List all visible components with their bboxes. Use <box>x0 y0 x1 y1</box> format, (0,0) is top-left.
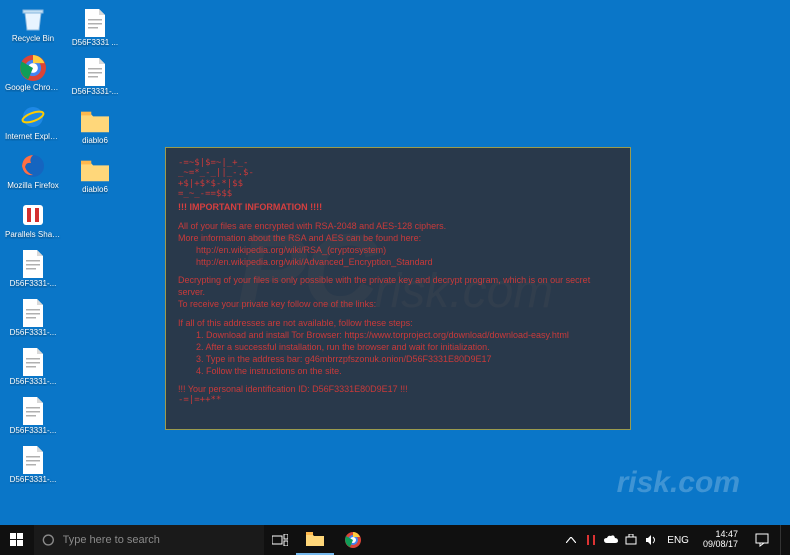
desktop-icon-file-6[interactable]: D56F3331 ... <box>66 9 124 57</box>
desktop-icon-label: D56F3331-... <box>10 476 57 484</box>
parallels-icon <box>19 201 47 229</box>
desktop-icon-parallels-share[interactable]: Parallels Share... <box>4 201 62 249</box>
desktop-icon-file-3[interactable]: D56F3331-... <box>4 348 62 396</box>
note-link-aes: http://en.wikipedia.org/wiki/Advanced_En… <box>178 256 618 268</box>
desktop-icon-label: Google Chrome <box>5 84 61 92</box>
taskbar-app-explorer[interactable] <box>296 525 334 555</box>
note-line-receive: To receive your private key follow one o… <box>178 298 618 310</box>
show-desktop-button[interactable] <box>780 525 786 555</box>
desktop-icon-label: D56F3331-... <box>10 427 57 435</box>
file-icon <box>19 397 47 425</box>
taskbar-app-chrome[interactable] <box>334 525 372 555</box>
desktop-col2: D56F3331 ... D56F3331-... diablo6 diablo6 <box>62 4 124 205</box>
note-step-1: 1. Download and install Tor Browser: htt… <box>178 329 618 341</box>
tray-onedrive-icon[interactable] <box>603 532 619 548</box>
windows-icon <box>10 533 24 547</box>
desktop-icon-label: D56F3331-... <box>10 378 57 386</box>
tray-action-center[interactable] <box>748 525 776 555</box>
task-view-button[interactable] <box>264 525 296 555</box>
desktop-icon-label: D56F3331 ... <box>72 39 118 47</box>
important-header: !!! IMPORTANT INFORMATION !!!! <box>178 201 618 213</box>
note-link-rsa: http://en.wikipedia.org/wiki/RSA_(crypto… <box>178 244 618 256</box>
desktop-icon-file-4[interactable]: D56F3331-... <box>4 397 62 445</box>
desktop-icon-label: D56F3331-... <box>72 88 119 96</box>
desktop-col1: Recycle Bin Google Chrome Internet Explore… <box>0 0 62 495</box>
tray-volume-icon[interactable] <box>643 532 659 548</box>
desktop-icon-label: Mozilla Firefox <box>7 182 59 190</box>
desktop-icon-label: Recycle Bin <box>12 35 54 43</box>
desktop-icon-label: D56F3331-... <box>10 329 57 337</box>
ascii-art-3: +$|+$*$-*|$$ <box>178 179 618 189</box>
desktop-icon-mozilla-firefox[interactable]: Mozilla Firefox <box>4 152 62 200</box>
desktop-icon-file-1[interactable]: D56F3331-... <box>4 250 62 298</box>
firefox-icon <box>19 152 47 180</box>
task-view-icon <box>272 534 288 546</box>
file-icon <box>81 58 109 86</box>
tray-chevron-up-icon[interactable] <box>563 532 579 548</box>
folder-icon <box>306 532 324 546</box>
notification-icon <box>755 533 769 547</box>
note-step-4: 4. Follow the instructions on the site. <box>178 365 618 377</box>
ascii-art-1: -=~$|$=~|_+_- <box>178 158 618 168</box>
note-line-steps-header: If all of this addresses are not availab… <box>178 317 618 329</box>
system-tray: ENG 14:47 09/08/17 <box>559 525 790 555</box>
file-icon <box>19 348 47 376</box>
desktop-icon-label: Parallels Share... <box>5 231 61 239</box>
desktop-icon-folder-1[interactable]: diablo6 <box>66 107 124 155</box>
ascii-art-foot: -=|=++** <box>178 395 618 405</box>
file-icon <box>19 250 47 278</box>
desktop-icon-folder-2[interactable]: diablo6 <box>66 156 124 204</box>
file-icon <box>81 9 109 37</box>
chrome-icon <box>345 532 361 548</box>
watermark-lower: risk.com <box>617 466 740 500</box>
chrome-icon <box>19 54 47 82</box>
note-line-moreinfo: More information about the RSA and AES c… <box>178 232 618 244</box>
desktop-icon-label: diablo6 <box>82 186 108 194</box>
start-button[interactable] <box>0 525 34 555</box>
ransom-note-window: -=~$|$=~|_+_- _~=*_-_||_-.$- +$|+$*$-*|$… <box>165 147 631 430</box>
taskbar: ENG 14:47 09/08/17 <box>0 525 790 555</box>
desktop-icon-label: diablo6 <box>82 137 108 145</box>
desktop-icon-google-chrome[interactable]: Google Chrome <box>4 54 62 102</box>
desktop-icon-label: D56F3331-... <box>10 280 57 288</box>
desktop-icon-file-7[interactable]: D56F3331-... <box>66 58 124 106</box>
search-box[interactable] <box>34 525 264 555</box>
note-line-encrypted: All of your files are encrypted with RSA… <box>178 220 618 232</box>
desktop-icon-file-5[interactable]: D56F3331-... <box>4 446 62 494</box>
desktop-icon-internet-explorer[interactable]: Internet Explorer <box>4 103 62 151</box>
tray-clock[interactable]: 14:47 09/08/17 <box>697 530 744 550</box>
note-step-3: 3. Type in the address bar: g46mbrrzpfsz… <box>178 353 618 365</box>
ascii-art-2: _~=*_-_||_-.$- <box>178 168 618 178</box>
ie-icon <box>19 103 47 131</box>
tray-date: 09/08/17 <box>703 540 738 550</box>
file-icon <box>19 446 47 474</box>
tray-parallels-icon[interactable] <box>583 532 599 548</box>
search-input[interactable] <box>63 534 256 546</box>
folder-icon <box>81 107 109 135</box>
folder-icon <box>81 156 109 184</box>
cortana-icon <box>42 533 55 547</box>
note-line-decrypt: Decrypting of your files is only possibl… <box>178 274 618 298</box>
file-icon <box>19 299 47 327</box>
note-step-2: 2. After a successful installation, run … <box>178 341 618 353</box>
tray-language[interactable]: ENG <box>663 535 693 546</box>
desktop-icon-recycle-bin[interactable]: Recycle Bin <box>4 5 62 53</box>
ascii-art-4: =_~_-==$$$ <box>178 189 618 199</box>
bin-icon <box>19 5 47 33</box>
desktop-icon-label: Internet Explorer <box>5 133 61 141</box>
note-id: !!! Your personal identification ID: D56… <box>178 383 618 395</box>
tray-network-icon[interactable] <box>623 532 639 548</box>
desktop-icon-file-2[interactable]: D56F3331-... <box>4 299 62 347</box>
